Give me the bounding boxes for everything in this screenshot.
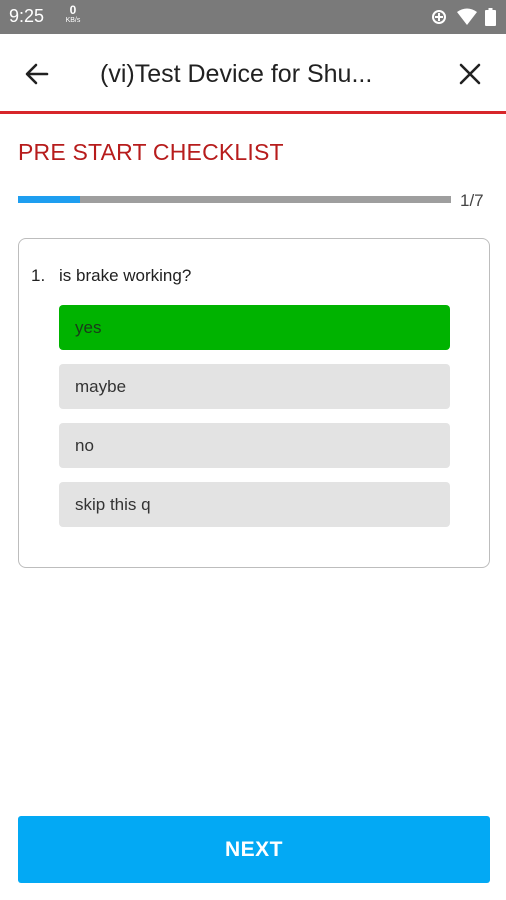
battery-icon (485, 8, 496, 26)
status-time: 9:25 (9, 6, 45, 26)
page-title: (vi)Test Device for Shu... (100, 60, 373, 88)
status-bar: 9:25 0 KB/s (0, 0, 506, 34)
app-bar: (vi)Test Device for Shu... (0, 34, 506, 114)
checklist-title: PRE START CHECKLIST (18, 139, 284, 165)
network-speed-value: 0 (69, 3, 77, 17)
arrow-back-icon (25, 63, 49, 85)
progress-bar-fill (18, 196, 80, 203)
answer-option-skip[interactable]: skip this q (59, 482, 450, 527)
wifi-icon (456, 8, 477, 25)
close-icon (459, 63, 481, 85)
answer-option-maybe[interactable]: maybe (59, 364, 450, 409)
question-number: 1. (31, 266, 46, 285)
answer-option-no[interactable]: no (59, 423, 450, 468)
next-button[interactable]: NEXT (18, 816, 490, 883)
close-button[interactable] (455, 59, 485, 89)
back-button[interactable] (22, 59, 52, 89)
progress-label: 1/7 (460, 191, 484, 210)
status-icons (426, 8, 496, 26)
data-saver-icon (432, 10, 447, 24)
progress-bar (18, 196, 451, 203)
question-card: 1. is brake working? yes maybe no skip t… (18, 238, 490, 568)
answer-option-yes[interactable]: yes (59, 305, 450, 350)
question-text: is brake working? (59, 266, 192, 285)
network-speed-unit: KB/s (65, 17, 81, 24)
network-speed-indicator: 0 KB/s (62, 4, 84, 24)
